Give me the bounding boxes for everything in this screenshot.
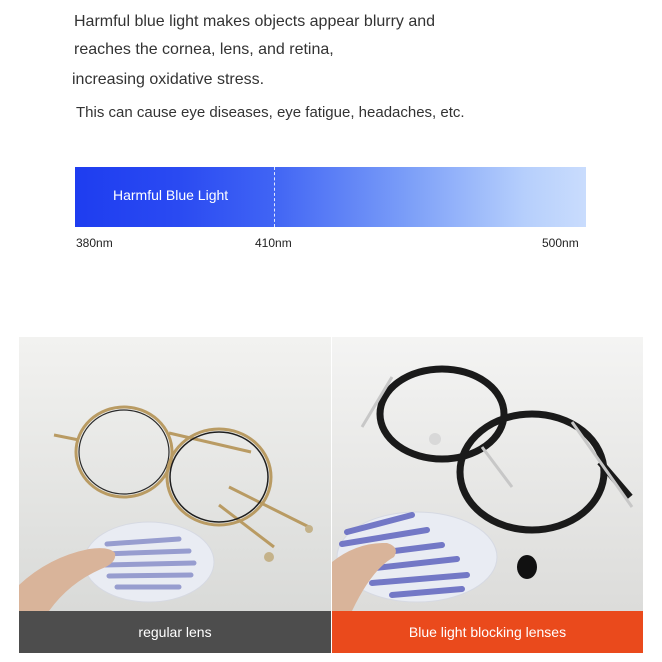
regular-lens-panel: regular lens bbox=[19, 337, 331, 653]
tick-380nm: 380nm bbox=[76, 236, 113, 250]
regular-lens-caption: regular lens bbox=[19, 611, 331, 653]
intro-line-1: Harmful blue light makes objects appear … bbox=[74, 13, 436, 30]
blocking-lens-caption: Blue light blocking lenses bbox=[332, 611, 643, 653]
blue-light-spectrum-bar: Harmful Blue Light bbox=[75, 167, 586, 227]
blue-light-blocking-panel: Blue light blocking lenses bbox=[332, 337, 643, 653]
tick-410nm: 410nm bbox=[255, 236, 292, 250]
spectrum-divider bbox=[274, 167, 275, 227]
tick-500nm: 500nm bbox=[542, 236, 579, 250]
intro-line-2: reaches the cornea, lens, and retina, bbox=[74, 41, 334, 58]
harmful-blue-light-label: Harmful Blue Light bbox=[113, 187, 229, 203]
intro-line-3: increasing oxidative stress. bbox=[72, 71, 265, 88]
intro-line-4: This can cause eye diseases, eye fatigue… bbox=[76, 104, 465, 121]
regular-lens-photo bbox=[19, 337, 331, 611]
blocking-lens-photo bbox=[332, 337, 643, 611]
